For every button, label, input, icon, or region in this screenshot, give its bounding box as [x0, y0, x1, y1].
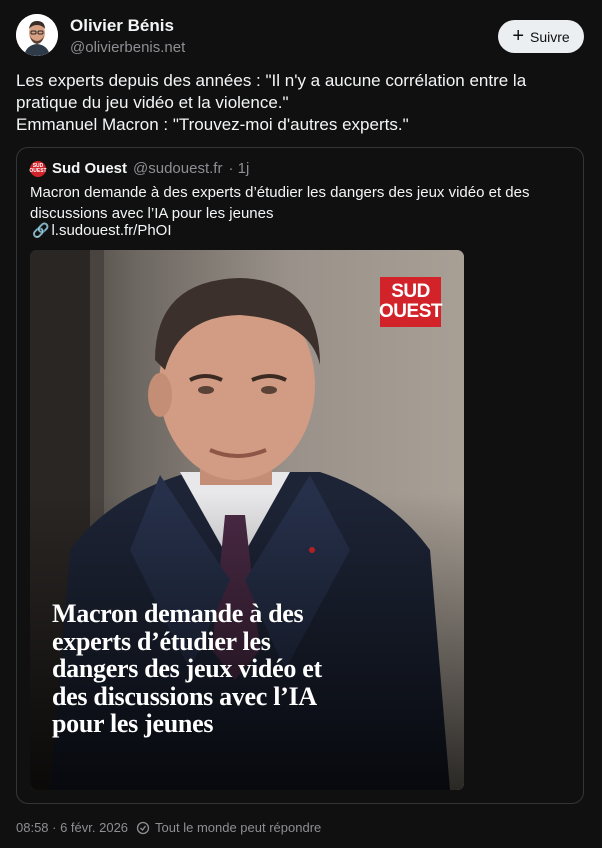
- follow-button[interactable]: + Suivre: [498, 20, 584, 53]
- post-text-line: pratique du jeu vidéo et la violence.": [16, 93, 289, 112]
- sud-ouest-avatar-icon[interactable]: SUD OUEST: [29, 160, 47, 177]
- quote-text-line: discussions avec l’IA pour les jeunes: [30, 205, 274, 222]
- post-text-line: Les experts depuis des années : "Il n'y …: [16, 71, 527, 90]
- image-headline: Macron demande à des experts d’étudier l…: [52, 600, 452, 738]
- follow-button-label: Suivre: [530, 28, 570, 45]
- avatar-illustration-icon: [16, 14, 58, 56]
- quote-author-handle[interactable]: @sudouest.fr: [133, 160, 222, 177]
- quote-author-name[interactable]: Sud Ouest: [52, 160, 127, 177]
- quote-text-line: Macron demande à des experts d’étudier l…: [30, 184, 530, 201]
- headline-line: Macron demande à des: [52, 599, 304, 628]
- author-avatar[interactable]: [16, 14, 58, 56]
- headline-line: pour les jeunes: [52, 709, 214, 738]
- headline-line: des discussions avec l’IA: [52, 681, 317, 711]
- headline-line: experts d’étudier les: [52, 626, 271, 656]
- post-timestamp[interactable]: 08:58 · 6 févr. 2026: [16, 820, 128, 835]
- headline-line: dangers des jeux vidéo et: [52, 654, 322, 683]
- sud-ouest-logo: SUD OUEST: [379, 277, 442, 327]
- reply-setting-label: Tout le monde peut répondre: [155, 820, 322, 835]
- author-handle[interactable]: @olivierbenis.net: [70, 39, 185, 56]
- news-image[interactable]: SUD OUEST Macron demande à des experts d…: [30, 250, 464, 790]
- post-footer: 08:58 · 6 févr. 2026 Tout le monde peut …: [16, 820, 321, 835]
- author-display-name[interactable]: Olivier Bénis: [70, 16, 174, 36]
- quote-header: SUD OUEST Sud Ouest @sudouest.fr · 1j: [29, 160, 250, 177]
- quote-time: · 1j: [228, 160, 250, 177]
- link-icon: 🔗: [32, 222, 50, 238]
- post-text: Les experts depuis des années : "Il n'y …: [16, 70, 586, 136]
- quote-link[interactable]: 🔗 l.sudouest.fr/PhOI: [32, 222, 172, 239]
- quote-text: Macron demande à des experts d’étudier l…: [30, 182, 570, 224]
- plus-icon: +: [512, 24, 524, 47]
- quote-post-card[interactable]: SUD OUEST Sud Ouest @sudouest.fr · 1j Mac…: [16, 147, 584, 804]
- reply-globe-icon: [136, 821, 150, 834]
- post-text-line: Emmanuel Macron : "Trouvez-moi d'autres …: [16, 115, 409, 134]
- reply-setting: Tout le monde peut répondre: [136, 820, 321, 835]
- quote-link-text[interactable]: l.sudouest.fr/PhOI: [51, 222, 171, 239]
